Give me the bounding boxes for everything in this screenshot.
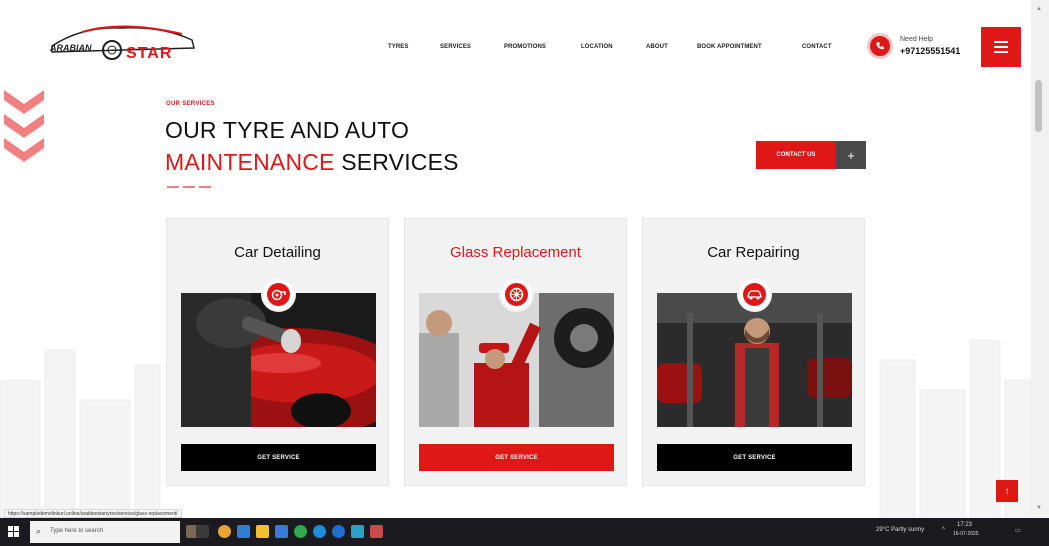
plus-icon: +	[836, 141, 866, 169]
car-repairing-photo	[657, 293, 852, 427]
chrome-icon[interactable]	[218, 525, 231, 538]
car-detailing-photo	[181, 293, 376, 427]
section-title-line2: MAINTENANCE SERVICES	[165, 149, 459, 176]
section-eyebrow: OUR SERVICES	[166, 101, 215, 107]
svg-text:ARABIAN: ARABIAN	[49, 43, 92, 53]
status-bar-url: https://sampledemolinkurl.online/arabian…	[4, 509, 182, 518]
search-icon: ⌕	[36, 526, 42, 536]
scroll-thumb[interactable]	[1035, 80, 1042, 132]
service-card-car-detailing: Car Detailing GET SERVICE	[166, 218, 389, 486]
title-accent-word: MAINTENANCE	[165, 149, 335, 175]
nav-contact[interactable]: CONTACT	[802, 44, 832, 50]
nav-book-appointment[interactable]: BOOK APPOINTMENT	[697, 44, 762, 50]
section-title-line1: OUR TYRE AND AUTO	[165, 117, 410, 143]
get-service-button[interactable]: GET SERVICE	[657, 444, 852, 471]
page-scrollbar[interactable]: ▲ ▼	[1031, 0, 1049, 517]
hamburger-menu-button[interactable]	[981, 27, 1021, 67]
edge-icon[interactable]	[313, 525, 326, 538]
card-title: Car Repairing	[707, 244, 800, 261]
brand-logo[interactable]: ARABIAN STAR	[42, 18, 202, 68]
title-underline	[167, 186, 211, 188]
scroll-down-icon[interactable]: ▼	[1036, 505, 1042, 511]
site-header: ARABIAN STAR TYRES SERVICES PROMOTIONS L…	[0, 0, 1031, 92]
nav-services[interactable]: SERVICES	[440, 44, 471, 50]
nav-promotions[interactable]: PROMOTIONS	[504, 44, 546, 50]
glass-replacement-photo	[419, 293, 614, 427]
nav-location[interactable]: LOCATION	[581, 44, 613, 50]
turbo-icon	[261, 277, 296, 312]
windows-start-icon[interactable]	[8, 526, 20, 538]
contact-us-button[interactable]: CONTACT US +	[756, 141, 866, 169]
contact-us-label: CONTACT US	[756, 141, 836, 169]
search-placeholder: Type here to search	[50, 528, 104, 534]
mail-icon[interactable]	[275, 525, 288, 538]
clock-time[interactable]: 17:23	[957, 522, 972, 528]
browser-viewport: ARABIAN STAR TYRES SERVICES PROMOTIONS L…	[0, 0, 1049, 546]
nav-tyres[interactable]: TYRES	[388, 44, 409, 50]
nav-about[interactable]: ABOUT	[646, 44, 668, 50]
taskbar-search-input[interactable]: ⌕ Type here to search	[30, 521, 180, 543]
store-icon[interactable]	[237, 525, 250, 538]
card-title: Glass Replacement	[450, 244, 581, 261]
phone-icon[interactable]	[867, 33, 893, 59]
folder-icon[interactable]	[256, 525, 269, 538]
help-phone-number[interactable]: +97125551541	[900, 46, 960, 56]
task-view-icon[interactable]	[196, 525, 209, 538]
wheel-icon	[499, 277, 534, 312]
active-app-icon[interactable]	[370, 525, 383, 538]
app-icon[interactable]	[351, 525, 364, 538]
svg-text:STAR: STAR	[126, 45, 172, 62]
get-service-button[interactable]: GET SERVICE	[419, 444, 614, 471]
car-wrench-icon	[737, 277, 772, 312]
get-service-button[interactable]: GET SERVICE	[181, 444, 376, 471]
clock-date[interactable]: 16-07-2025	[953, 531, 979, 537]
help-label: Need Help	[900, 36, 934, 43]
back-to-top-button[interactable]: ↑	[996, 480, 1018, 502]
weather-status[interactable]: 29°C Partly sunny	[876, 527, 924, 533]
service-card-glass-replacement: Glass Replacement GET SERVICE	[404, 218, 627, 486]
service-card-car-repairing: Car Repairing GET SERVICE	[642, 218, 865, 486]
notification-icon[interactable]: ▭	[1015, 527, 1021, 534]
browser-icon[interactable]	[294, 525, 307, 538]
title-rest: SERVICES	[334, 149, 459, 175]
chevron-decoration	[4, 90, 44, 162]
browser-alt-icon[interactable]	[332, 525, 345, 538]
windows-taskbar: ⌕ Type here to search 29°C Partly sunny …	[0, 518, 1049, 546]
card-title: Car Detailing	[234, 244, 321, 261]
scroll-up-icon[interactable]: ▲	[1036, 6, 1042, 12]
tray-chevron-icon[interactable]: ^	[942, 527, 945, 533]
